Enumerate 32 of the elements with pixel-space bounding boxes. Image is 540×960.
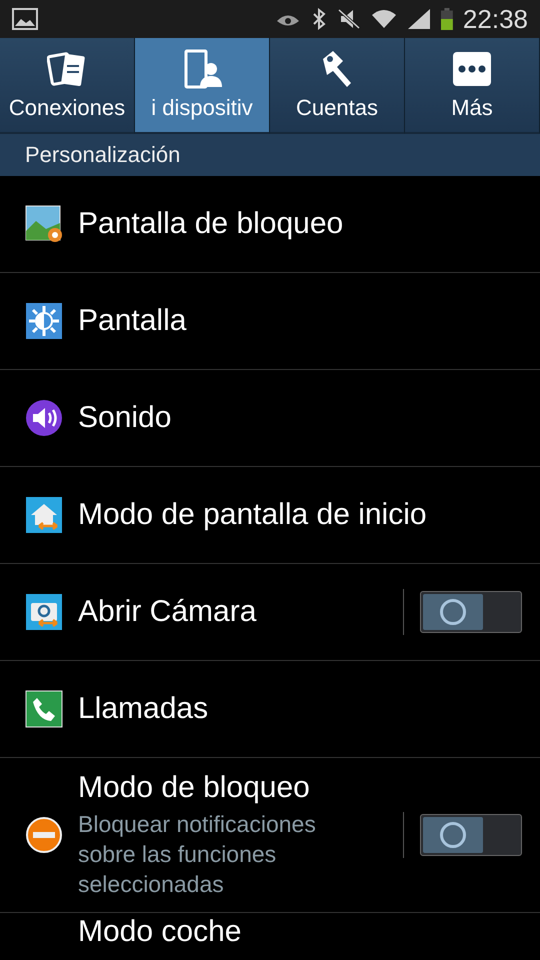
phone-icon [25, 690, 63, 728]
battery-icon [441, 8, 453, 30]
brightness-icon [25, 302, 63, 340]
muted-speaker-icon [337, 8, 362, 30]
setting-label[interactable]: Modo de bloqueo [78, 771, 403, 805]
tab[interactable]: Más [405, 38, 540, 134]
setting-label[interactable]: Modo coche [78, 915, 522, 949]
section-header: Personalización [0, 134, 540, 176]
signal-icon [407, 8, 432, 30]
clock: 22:38 [462, 4, 528, 34]
setting-label[interactable]: Pantalla de bloqueo [78, 207, 522, 241]
device-person-icon [182, 49, 222, 89]
toggle-switch[interactable] [420, 814, 522, 856]
bluetooth-icon [311, 8, 328, 30]
tab[interactable]: Conexiones [0, 38, 135, 134]
setting-label[interactable]: Modo de pantalla de inicio [78, 498, 522, 532]
picture-icon [12, 8, 38, 30]
speaker-icon [25, 399, 63, 437]
setting-label[interactable]: Sonido [78, 401, 522, 435]
wifi-icon [371, 8, 398, 30]
tab[interactable]: i dispositiv [135, 38, 270, 134]
setting-label[interactable]: Pantalla [78, 304, 522, 338]
setting-label[interactable]: Abrir Cámara [78, 595, 403, 629]
more-icon [452, 49, 492, 89]
lock-screen-icon [25, 205, 63, 243]
block-icon [25, 816, 63, 854]
camera-swap-icon [25, 593, 63, 631]
home-swap-icon [25, 496, 63, 534]
setting-summary: Bloquear notificaciones sobre las funciones seleccionadas [78, 810, 317, 899]
setting-label[interactable]: Llamadas [78, 692, 522, 726]
toggle-switch[interactable] [420, 591, 522, 633]
tab[interactable]: Cuentas [270, 38, 405, 134]
